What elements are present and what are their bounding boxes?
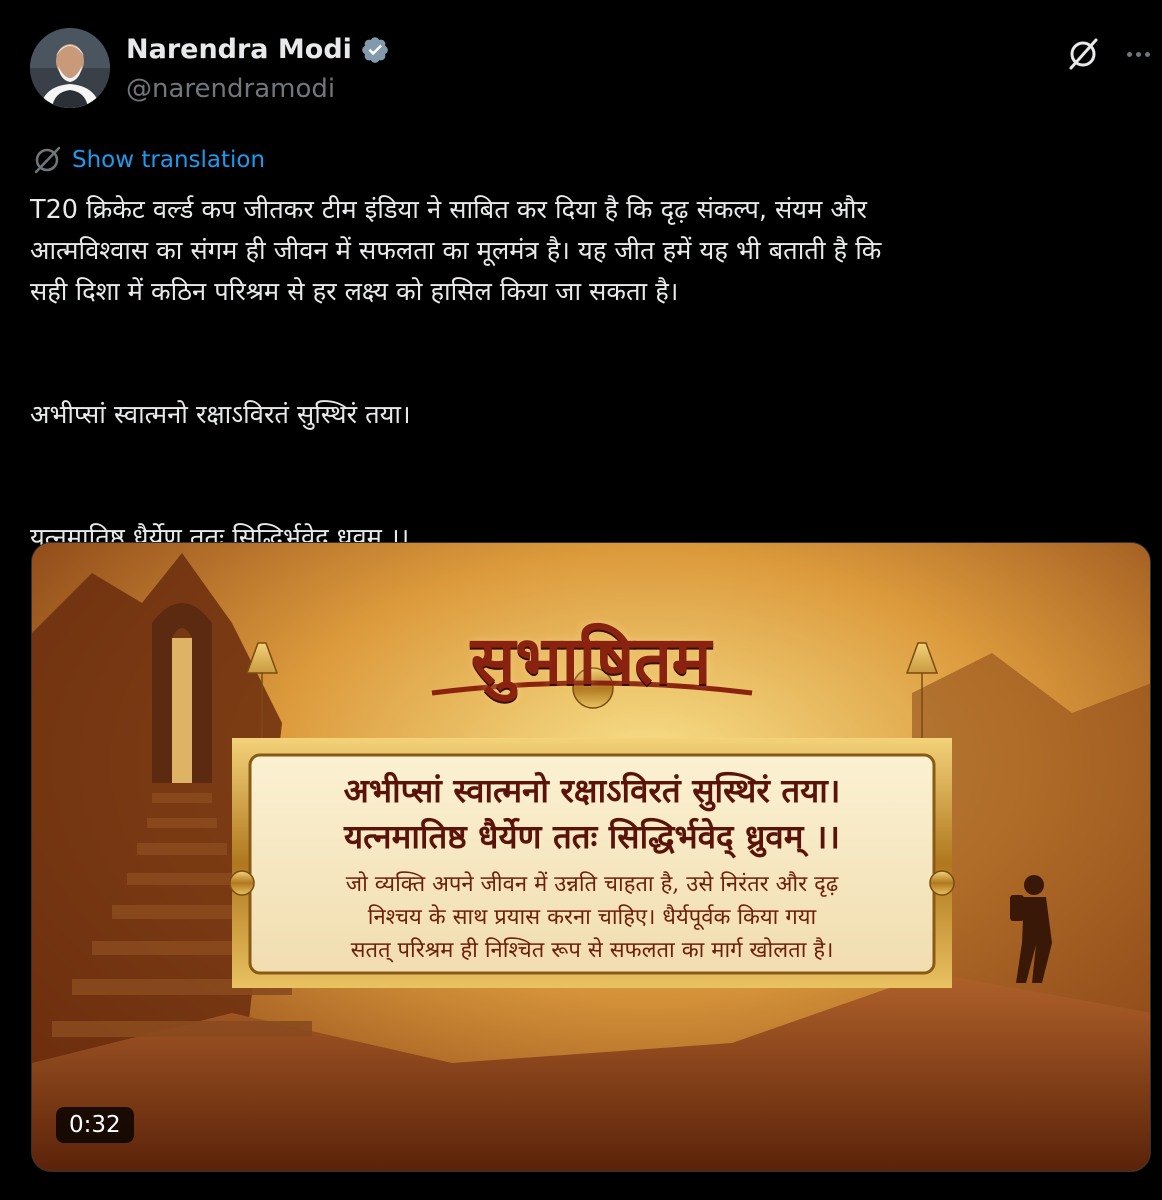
avatar[interactable] [30, 28, 110, 108]
verified-badge-icon [362, 36, 388, 63]
media-shloka: अभीप्सां स्वात्मनो रक्षाऽविरतं सुस्थिरं … [242, 768, 942, 860]
video-media[interactable]: सुभाषितम अभीप्सां स्वात्मनो रक्षाऽविरतं … [31, 542, 1151, 1172]
tweet-line: सही दिशा में कठिन परिश्रम से हर लक्ष्य क… [30, 277, 679, 307]
tweet-line: T20 क्रिकेट वर्ल्ड कप जीतकर टीम इंडिया न… [30, 195, 867, 225]
media-meaning-line: जो व्यक्ति अपने जीवन में उन्नति चाहता है… [345, 872, 839, 897]
handle[interactable]: @narendramodi [126, 74, 335, 104]
more-dots-icon[interactable] [1120, 36, 1156, 72]
media-shloka-line-2: यत्नमातिष्ठ धैर्येण ततः सिद्धिर्भवेद् ध्… [344, 817, 840, 856]
avatar-photo [30, 28, 110, 108]
show-translation-label[interactable]: Show translation [72, 147, 265, 173]
media-meaning-line: निश्चय के साथ प्रयास करना चाहिए। धैर्यपू… [367, 905, 817, 930]
name-row: Narendra Modi [126, 34, 390, 65]
grok-icon[interactable] [1065, 36, 1101, 72]
display-name[interactable]: Narendra Modi [126, 34, 352, 65]
tweet-line: आत्मविश्वास का संगम ही जीवन में सफलता का… [30, 236, 882, 266]
video-duration-badge: 0:32 [56, 1107, 134, 1143]
media-meaning: जो व्यक्ति अपने जीवन में उन्नति चाहता है… [242, 868, 942, 967]
tweet-header: Narendra Modi @narendramodi [30, 28, 1150, 112]
media-meaning-line: सतत् परिश्रम ही निश्चित रूप से सफलता का … [350, 938, 834, 963]
tweet-text: T20 क्रिकेट वर्ल्ड कप जीतकर टीम इंडिया न… [30, 190, 1130, 559]
show-translation-link[interactable]: Show translation [32, 145, 265, 175]
media-shloka-line-1: अभीप्सां स्वात्मनो रक्षाऽविरतं सुस्थिरं … [343, 771, 841, 810]
media-title: सुभाषितम [470, 621, 712, 699]
globe-icon [34, 146, 61, 174]
verse-line-1: अभीप्सां स्वात्मनो रक्षाऽविरतं सुस्थिरं … [30, 400, 411, 430]
